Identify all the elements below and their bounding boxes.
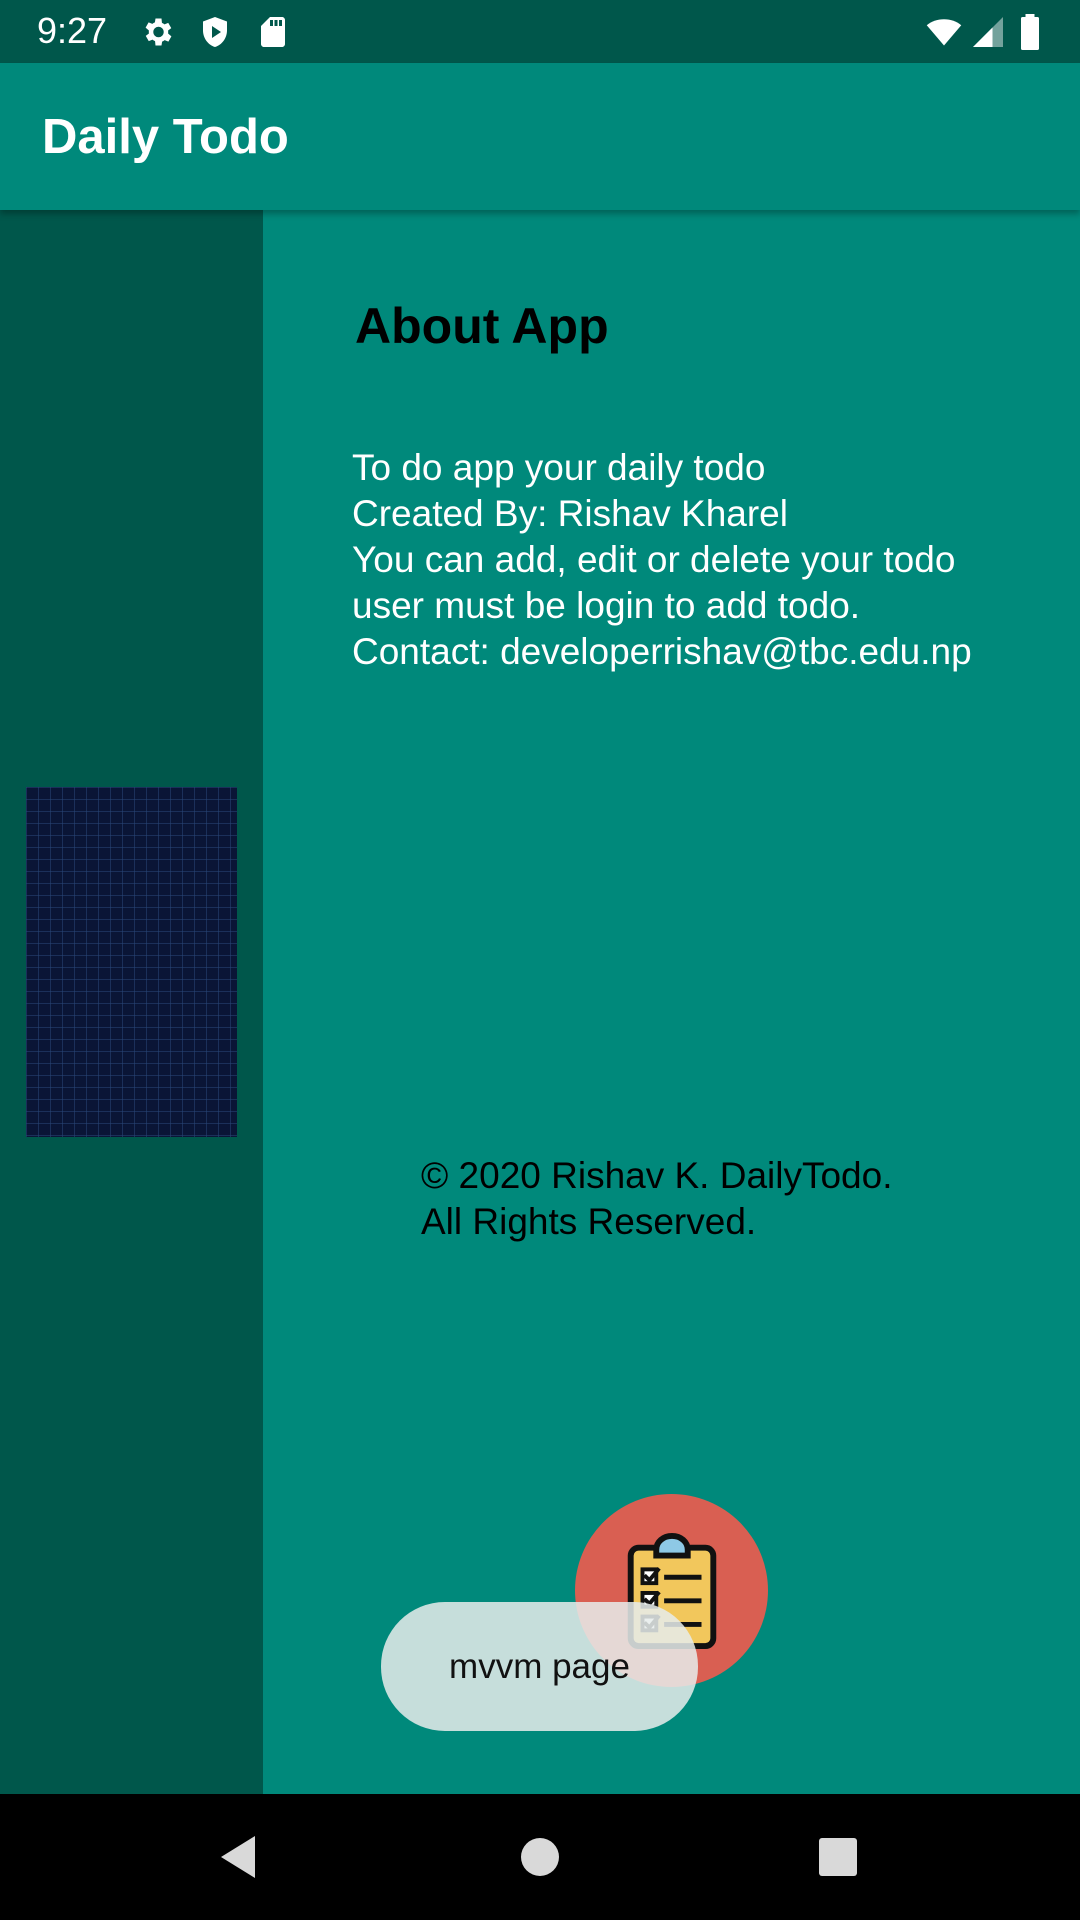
about-description: To do app your daily todo Created By: Ri… xyxy=(352,445,1052,675)
side-panel xyxy=(0,210,263,1794)
grid-pattern-image xyxy=(26,787,237,1137)
recents-icon xyxy=(819,1838,857,1876)
about-line-author: Created By: Rishav Kharel xyxy=(352,493,788,534)
toast-message: mvvm page xyxy=(381,1602,698,1731)
copyright-line-1: © 2020 Rishav K. DailyTodo. xyxy=(421,1155,893,1196)
gear-icon xyxy=(145,18,172,46)
recents-button[interactable] xyxy=(778,1794,898,1920)
back-button[interactable] xyxy=(178,1794,298,1920)
about-title: About App xyxy=(355,298,609,354)
about-line-contact: Contact: developerrishav@tbc.edu.np xyxy=(352,631,972,672)
status-time: 9:27 xyxy=(37,10,108,51)
about-line-tagline: To do app your daily todo xyxy=(352,447,766,488)
status-bar: 9:27 xyxy=(0,0,1080,63)
sd-card-icon xyxy=(261,17,285,47)
about-line-features: You can add, edit or delete your todo xyxy=(352,539,956,580)
battery-icon xyxy=(1021,14,1039,50)
about-line-login-note: user must be login to add todo. xyxy=(352,585,861,626)
back-icon xyxy=(221,1836,255,1878)
nav-bar xyxy=(0,1794,1080,1920)
home-icon xyxy=(521,1838,559,1876)
copyright-line-2: All Rights Reserved. xyxy=(421,1201,757,1242)
signal-icon xyxy=(973,17,1003,47)
wifi-icon xyxy=(926,19,962,46)
app-title: Daily Todo xyxy=(42,110,289,164)
shield-icon xyxy=(203,17,227,47)
copyright-text: © 2020 Rishav K. DailyTodo. All Rights R… xyxy=(421,1153,893,1245)
app-bar: Daily Todo xyxy=(0,63,1080,210)
screen: 9:27 Daily Todo About App To do app your… xyxy=(0,0,1080,1920)
home-button[interactable] xyxy=(480,1794,600,1920)
